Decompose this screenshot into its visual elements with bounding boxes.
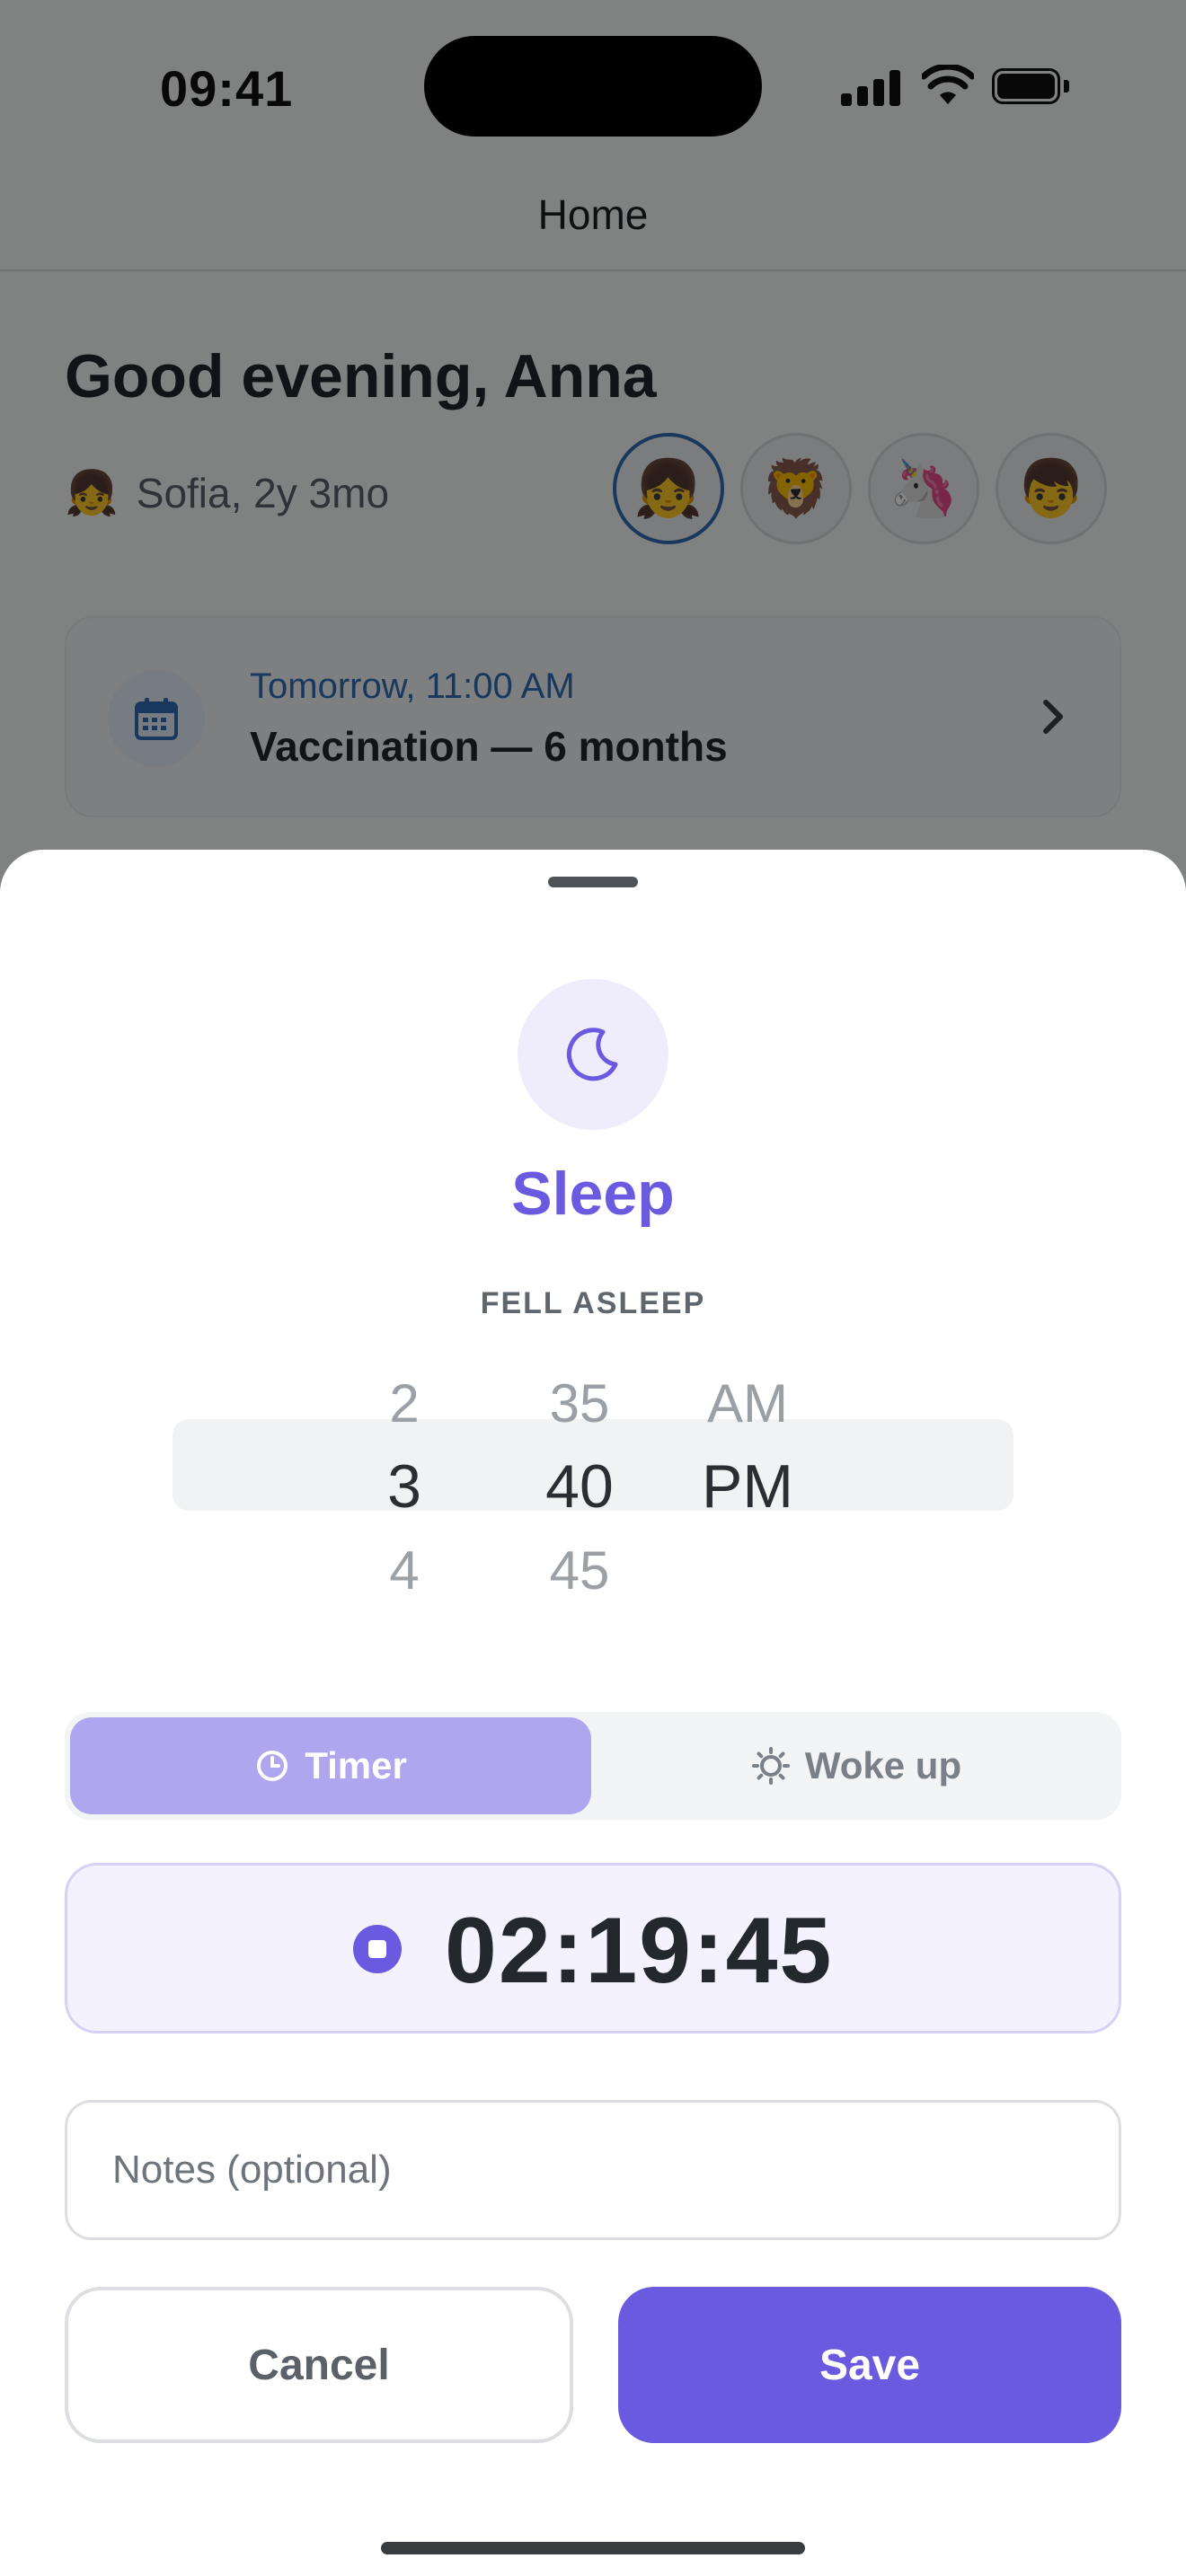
timer-value: 02:19:45 [445,1899,834,2003]
timer-segment[interactable]: Timer [70,1717,591,1814]
minute-option[interactable]: 35 [490,1362,669,1444]
sheet-grabber[interactable] [548,877,638,887]
sheet-title: Sleep [511,1160,675,1228]
minute-option-selected[interactable]: 40 [490,1444,669,1529]
minute-wheel[interactable]: 35 40 45 [490,1362,669,1613]
hour-wheel[interactable]: 2 3 4 [314,1362,494,1613]
woke-up-segment-label: Woke up [804,1744,962,1786]
sleep-mode-segmented-control: Timer Woke up [65,1712,1121,1820]
period-option[interactable] [658,1529,837,1613]
cancel-button[interactable]: Cancel [65,2287,573,2443]
period-option-selected[interactable]: PM [658,1444,837,1529]
sleep-timer: 02:19:45 [65,1863,1121,2033]
time-picker[interactable]: 2 3 4 35 40 45 AM PM [0,1362,1186,1601]
period-option[interactable]: AM [658,1362,837,1444]
hour-option-selected[interactable]: 3 [314,1444,494,1529]
stop-icon[interactable] [353,1925,402,1973]
woke-up-segment[interactable]: Woke up [597,1717,1116,1814]
minute-option[interactable]: 45 [490,1529,669,1613]
timer-segment-label: Timer [305,1744,407,1786]
clock-icon [257,1751,288,1781]
notes-input[interactable] [65,2100,1121,2240]
hour-option[interactable]: 2 [314,1362,494,1444]
fell-asleep-label: FELL ASLEEP [480,1286,706,1320]
period-wheel[interactable]: AM PM [658,1362,837,1613]
moon-icon [518,979,668,1130]
sun-icon [751,1747,790,1785]
hour-option[interactable]: 4 [314,1529,494,1613]
sleep-log-sheet: Sleep FELL ASLEEP 2 3 4 35 40 45 AM PM T… [0,850,1186,2576]
save-button[interactable]: Save [618,2287,1121,2443]
home-indicator[interactable] [381,2542,805,2554]
